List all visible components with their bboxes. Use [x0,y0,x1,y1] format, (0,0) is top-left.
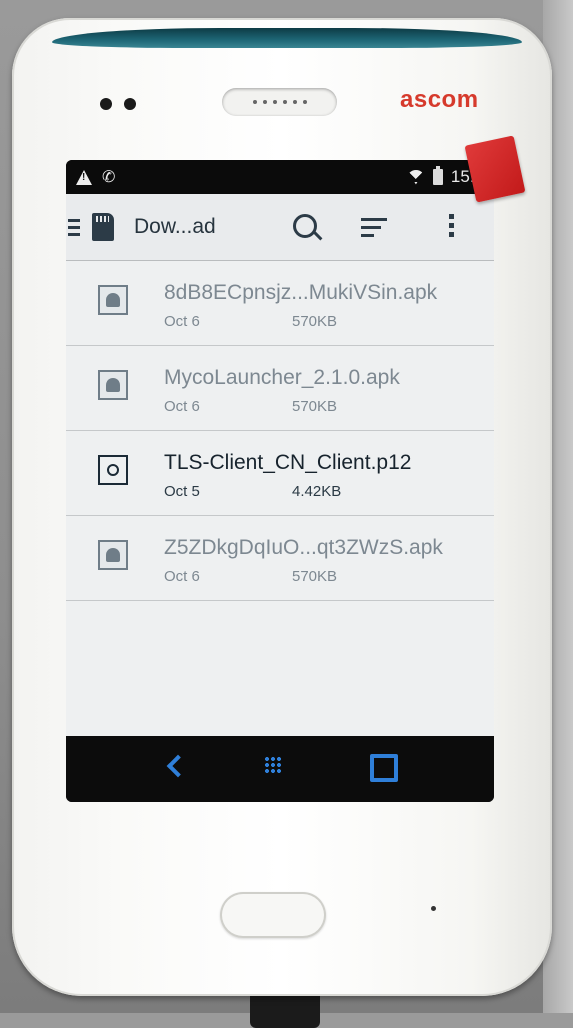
phone-top-band [52,28,522,48]
file-size: 570KB [292,398,338,415]
microphone [431,906,436,911]
file-row[interactable]: TLS-Client_CN_Client.p12 Oct 5 4.42KB [66,431,494,516]
search-icon[interactable] [293,214,317,238]
warning-icon [76,169,92,185]
app-grid-icon[interactable] [264,756,282,774]
file-date: Oct 6 [164,568,200,585]
drawer-menu-icon[interactable] [68,218,80,236]
file-row[interactable]: 8dB8ECpnsjz...MukiVSin.apk Oct 6 570KB [66,261,494,346]
file-row[interactable]: MycoLauncher_2.1.0.apk Oct 6 570KB [66,346,494,431]
sort-icon[interactable] [361,218,387,237]
wifi-icon [407,170,425,184]
earpiece-speaker [222,88,337,116]
android-apk-icon [98,370,128,400]
certificate-icon [98,455,128,485]
file-list: 8dB8ECpnsjz...MukiVSin.apk Oct 6 570KB M… [66,261,494,737]
file-size: 570KB [292,568,338,585]
file-name: 8dB8ECpnsjz...MukiVSin.apk [164,281,438,304]
android-apk-icon [98,540,128,570]
navigation-bar [66,736,494,802]
back-icon[interactable] [166,754,190,778]
home-button[interactable] [220,892,326,938]
folder-title: Dow...ad [134,215,216,238]
action-bar: Dow...ad [66,194,494,261]
front-camera [100,98,112,110]
file-name: TLS-Client_CN_Client.p12 [164,451,412,474]
file-row[interactable]: Z5ZDkgDqIuO...qt3ZWzS.apk Oct 6 570KB [66,516,494,601]
sd-card-icon [92,213,114,241]
file-size: 4.42KB [292,483,342,500]
overflow-menu-icon[interactable] [449,214,454,237]
file-name: Z5ZDkgDqIuO...qt3ZWzS.apk [164,536,443,559]
android-apk-icon [98,285,128,315]
file-date: Oct 5 [164,483,200,500]
file-size: 570KB [292,313,338,330]
phone-screen: ✆ 15:5 Dow...ad 8dB8ECpnsjz...MukiVSin.a… [66,160,494,802]
brand-logo: ascom [400,86,479,113]
battery-icon [432,166,443,185]
file-date: Oct 6 [164,313,200,330]
file-date: Oct 6 [164,398,200,415]
proximity-sensor [124,98,136,110]
status-bar: ✆ 15:5 [66,160,494,194]
missed-call-icon: ✆ [102,169,116,186]
recent-apps-icon[interactable] [370,754,398,782]
file-name: MycoLauncher_2.1.0.apk [164,366,400,389]
